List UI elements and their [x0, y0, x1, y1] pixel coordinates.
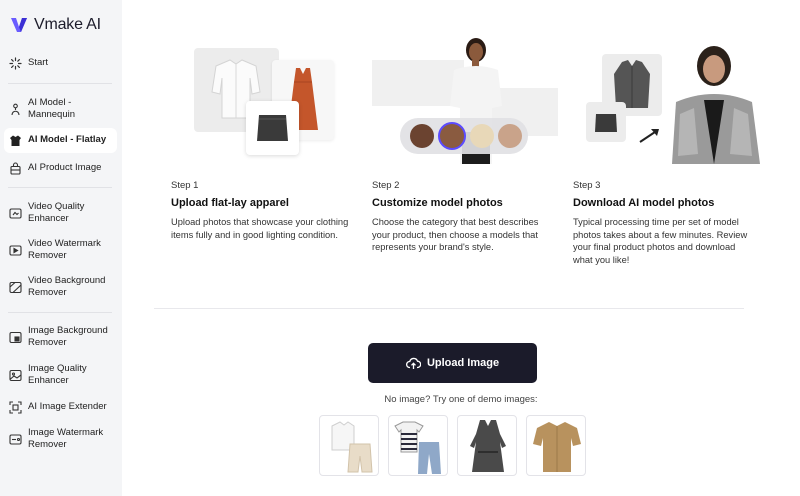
- hanger-icon: [8, 134, 22, 148]
- image-watermark-icon: [8, 432, 22, 446]
- sidebar-item-ai-product-image[interactable]: AI Product Image: [4, 161, 117, 176]
- step3-illustration: [586, 44, 762, 164]
- main-content: Step 1 Upload flat-lay apparel Upload ph…: [122, 0, 800, 496]
- sidebar-divider: [8, 83, 112, 84]
- demo-thumbnail: [470, 420, 506, 472]
- sidebar-item-label: Image Watermark Remover: [28, 426, 104, 451]
- skirt-icon: [595, 114, 617, 132]
- sidebar-item-ai-model-mannequin[interactable]: AI Model - Mannequin: [4, 96, 117, 122]
- sidebar-item-label: Image Background Remover: [28, 324, 108, 349]
- sidebar-divider: [8, 187, 112, 188]
- sidebar-item-video-quality-enhancer[interactable]: Video Quality Enhancer: [4, 200, 117, 226]
- demo-image-tan-shirt[interactable]: [526, 415, 586, 476]
- sidebar-item-image-watermark-remover[interactable]: Image Watermark Remover: [4, 426, 117, 452]
- sidebar-item-label: AI Image Extender: [28, 401, 107, 413]
- video-watermark-icon: [8, 243, 22, 257]
- model-selector: [400, 118, 528, 154]
- video-enhance-icon: [8, 206, 22, 220]
- model-avatar-2-selected[interactable]: [438, 122, 466, 150]
- arrow-icon: [639, 129, 659, 143]
- step1-desc: Upload photos that showcase your clothin…: [171, 217, 349, 240]
- model-avatar-3[interactable]: [470, 124, 494, 148]
- video-background-icon: [8, 280, 22, 294]
- sidebar-item-label: Video Quality Enhancer: [28, 200, 85, 225]
- sidebar-item-label: Video Background Remover: [28, 274, 106, 299]
- image-background-icon: [8, 330, 22, 344]
- cloud-upload-icon: [405, 357, 421, 369]
- result-model-icon: [672, 46, 760, 164]
- extend-icon: [8, 401, 22, 415]
- sidebar-item-label: AI Model - Flatlay: [28, 134, 107, 146]
- bag-icon: [8, 162, 22, 176]
- demo-thumbnail: [331, 421, 373, 473]
- skirt-thumb: [586, 102, 626, 142]
- demo-thumbnail: [533, 422, 581, 472]
- upload-image-label: Upload Image: [426, 357, 500, 369]
- mannequin-icon: [8, 102, 22, 116]
- step2-desc: Choose the category that best describes …: [372, 217, 539, 252]
- sidebar-item-label: Start: [28, 57, 49, 69]
- step1-illustration: [194, 48, 339, 156]
- upload-image-button[interactable]: Upload Image: [368, 343, 537, 383]
- skirt-card: [246, 101, 299, 155]
- step1-label: Step 1: [171, 180, 199, 191]
- sidebar-item-image-background-remover[interactable]: Image Background Remover: [4, 324, 117, 350]
- demo-thumbnail: [394, 421, 441, 474]
- sidebar: Vmake AI Start AI Model - Mannequin AI M…: [0, 0, 122, 496]
- sidebar-item-label: AI Model - Mannequin: [28, 96, 76, 121]
- sidebar-divider: [8, 312, 112, 313]
- sparkle-loader-icon: [8, 57, 22, 71]
- sidebar-item-label: AI Product Image: [28, 162, 102, 174]
- sidebar-item-video-watermark-remover[interactable]: Video Watermark Remover: [4, 237, 117, 263]
- image-enhance-icon: [8, 368, 22, 382]
- demo-prompt: No image? Try one of demo images:: [384, 394, 538, 405]
- demo-image-striped-tee-jeans[interactable]: [388, 415, 448, 476]
- sidebar-item-start[interactable]: Start: [4, 56, 117, 71]
- sidebar-item-label: Image Quality Enhancer: [28, 362, 87, 387]
- sidebar-item-ai-model-flatlay[interactable]: AI Model - Flatlay: [4, 128, 117, 153]
- vmake-logo-icon: [11, 18, 27, 32]
- brand[interactable]: Vmake AI: [10, 14, 101, 36]
- sidebar-item-label: Video Watermark Remover: [28, 237, 101, 262]
- step2-label: Step 2: [372, 180, 400, 191]
- step3-title: Download AI model photos: [573, 197, 715, 209]
- demo-image-white-shirt-shorts[interactable]: [319, 415, 379, 476]
- demo-image-grey-dress[interactable]: [457, 415, 517, 476]
- step2-illustration: [372, 36, 558, 164]
- step3-label: Step 3: [573, 180, 601, 191]
- step3-desc: Typical processing time per set of model…: [573, 217, 748, 265]
- model-avatar-4[interactable]: [498, 124, 522, 148]
- skirt-icon: [257, 115, 288, 141]
- sidebar-item-ai-image-extender[interactable]: AI Image Extender: [4, 400, 117, 415]
- model-avatar-1[interactable]: [410, 124, 434, 148]
- step2-title: Customize model photos: [372, 197, 503, 209]
- step1-title: Upload flat-lay apparel: [171, 197, 289, 209]
- sidebar-item-video-background-remover[interactable]: Video Background Remover: [4, 274, 117, 300]
- sidebar-item-image-quality-enhancer[interactable]: Image Quality Enhancer: [4, 362, 117, 388]
- brand-name: Vmake AI: [34, 16, 101, 33]
- section-divider: [154, 308, 744, 309]
